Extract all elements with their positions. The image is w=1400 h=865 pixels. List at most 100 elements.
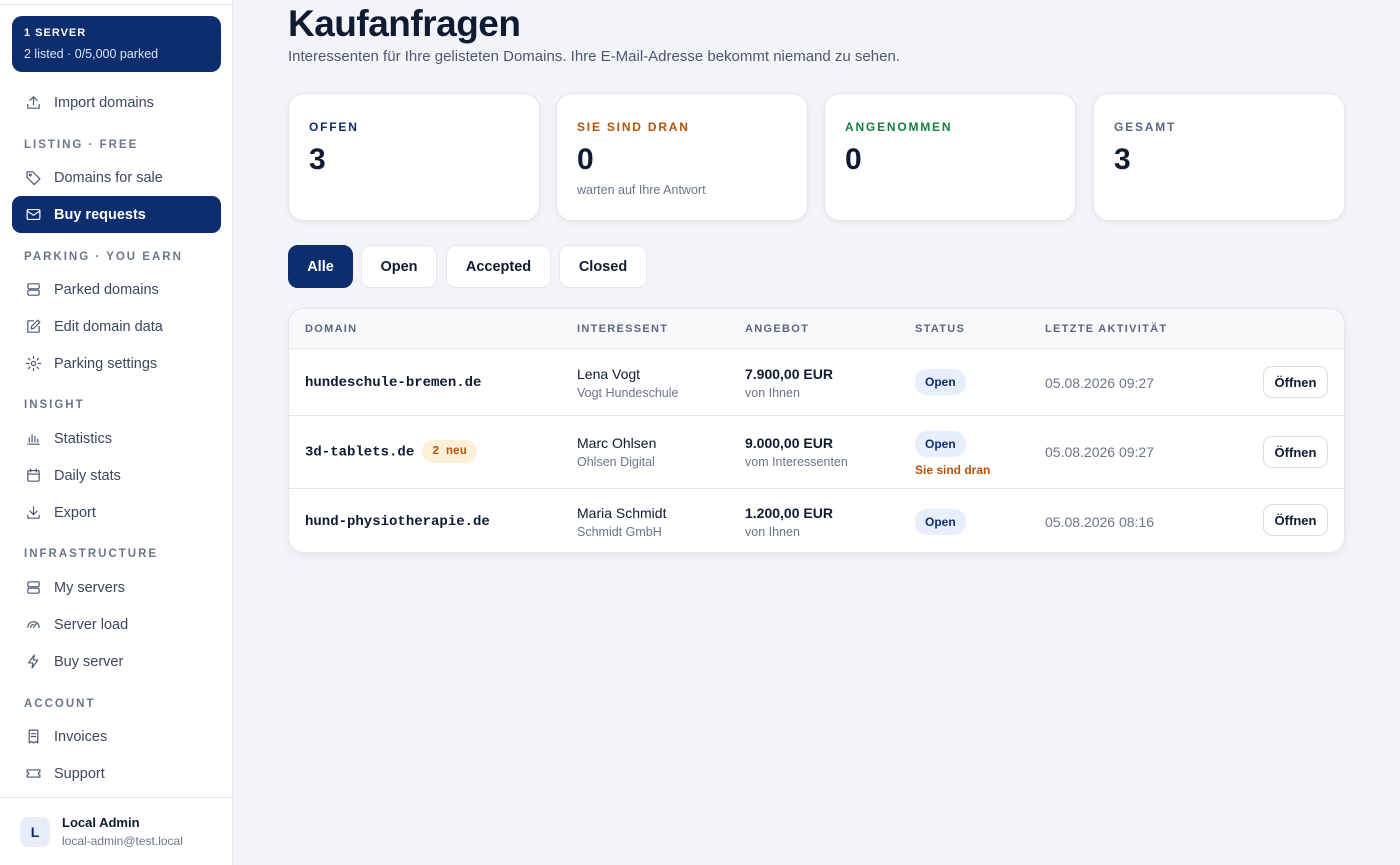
server-icon <box>24 281 42 299</box>
sidebar-item-edit-domain-data[interactable]: Edit domain data <box>12 308 221 345</box>
sidebar-item-server-load[interactable]: Server load <box>12 606 221 643</box>
section-label-insight: INSIGHT <box>24 399 85 411</box>
sidebar-item-label: Buy requests <box>54 206 146 223</box>
status-badge: Open <box>915 369 966 395</box>
stat-value: 3 <box>309 143 326 176</box>
bar-chart-icon <box>24 430 42 448</box>
table-header: DOMAIN INTERESSENT ANGEBOT STATUS LETZTE… <box>289 309 1344 349</box>
table-row[interactable]: 3d-tablets.de 2 neu Marc Ohlsen Ohlsen Di… <box>289 416 1344 489</box>
filter-closed-button[interactable]: Closed <box>559 245 647 288</box>
offer-amount: 9.000,00 EUR <box>745 435 833 451</box>
filter-accepted-button[interactable]: Accepted <box>446 245 551 288</box>
server-count: 1 SERVER <box>24 27 87 39</box>
edit-icon <box>24 318 42 336</box>
stat-card-accepted: ANGENOMMEN 0 <box>824 93 1076 221</box>
domain-name: 3d-tablets.de <box>305 444 415 461</box>
interessent-company: Ohlsen Digital <box>577 455 655 469</box>
sidebar-item-label: Daily stats <box>54 467 121 484</box>
page-title: Kaufanfragen <box>288 3 521 44</box>
calendar-icon <box>24 467 42 485</box>
sidebar-item-parked-domains[interactable]: Parked domains <box>12 271 221 308</box>
interessent-company: Schmidt GmbH <box>577 525 662 539</box>
sidebar-item-label: Import domains <box>54 94 154 111</box>
stat-label: OFFEN <box>309 120 359 134</box>
sidebar: 1 SERVER 2 listed · 0/5,000 parked Impor… <box>0 0 233 865</box>
divider <box>0 4 232 5</box>
open-request-button[interactable]: Öffnen <box>1263 504 1328 536</box>
sidebar-item-label: Export <box>54 504 96 521</box>
offer-amount: 1.200,00 EUR <box>745 505 833 521</box>
sidebar-item-import-domains[interactable]: Import domains <box>12 84 221 121</box>
user-name: Local Admin <box>62 815 140 830</box>
column-header-domain: DOMAIN <box>305 323 358 335</box>
filter-open-button[interactable]: Open <box>361 245 437 288</box>
sidebar-item-label: Buy server <box>54 653 124 670</box>
interessent-name: Maria Schmidt <box>577 505 667 521</box>
status-badge: Open <box>915 509 966 535</box>
upload-icon <box>24 94 42 112</box>
sidebar-item-label: Statistics <box>54 430 113 447</box>
stat-hint: warten auf Ihre Antwort <box>577 183 706 197</box>
interessent-name: Marc Ohlsen <box>577 435 657 451</box>
sidebar-item-label: My servers <box>54 579 125 596</box>
sidebar-item-daily-stats[interactable]: Daily stats <box>12 457 221 494</box>
sidebar-item-label: Domains for sale <box>54 169 163 186</box>
gauge-icon <box>24 616 42 634</box>
sidebar-item-statistics[interactable]: Statistics <box>12 420 221 457</box>
your-turn-note: Sie sind dran <box>915 463 991 477</box>
new-messages-badge: 2 neu <box>422 440 477 463</box>
table-row[interactable]: hund-physiotherapie.de Maria Schmidt Sch… <box>289 489 1344 552</box>
receipt-icon <box>24 728 42 746</box>
server-icon <box>24 579 42 597</box>
stat-card-total: GESAMT 3 <box>1093 93 1345 221</box>
domain-name: hundeschule-bremen.de <box>305 375 482 391</box>
sidebar-item-support[interactable]: Support <box>12 755 221 792</box>
stat-label: SIE SIND DRAN <box>577 120 690 134</box>
ticket-icon <box>24 765 42 783</box>
section-label-listing: LISTING · FREE <box>24 139 139 151</box>
last-activity: 05.08.2026 09:27 <box>1045 444 1154 460</box>
section-label-parking: PARKING · YOU EARN <box>24 251 183 263</box>
tag-icon <box>24 169 42 187</box>
sidebar-item-invoices[interactable]: Invoices <box>12 718 221 755</box>
column-header-angebot: ANGEBOT <box>745 323 810 335</box>
stat-value: 3 <box>1114 143 1131 176</box>
server-usage: 2 listed · 0/5,000 parked <box>24 47 159 61</box>
sidebar-item-export[interactable]: Export <box>12 494 221 531</box>
open-request-button[interactable]: Öffnen <box>1263 436 1328 468</box>
server-summary-card[interactable]: 1 SERVER 2 listed · 0/5,000 parked <box>12 16 221 72</box>
sidebar-item-label: Parking settings <box>54 355 158 372</box>
offer-source: von Ihnen <box>745 386 800 400</box>
user-profile[interactable]: L Local Admin local-admin@test.local <box>20 815 183 848</box>
sidebar-item-buy-server[interactable]: Buy server <box>12 643 221 680</box>
section-label-infrastructure: INFRASTRUCTURE <box>24 548 159 560</box>
sidebar-item-buy-requests[interactable]: Buy requests <box>12 196 221 233</box>
stat-label: ANGENOMMEN <box>845 120 953 134</box>
bolt-icon <box>24 653 42 671</box>
stat-label: GESAMT <box>1114 120 1177 134</box>
sidebar-item-domains-for-sale[interactable]: Domains for sale <box>12 159 221 196</box>
last-activity: 05.08.2026 08:16 <box>1045 514 1154 530</box>
sidebar-item-label: Server load <box>54 616 129 633</box>
open-request-button[interactable]: Öffnen <box>1263 366 1328 398</box>
column-header-letzte-aktivitaet: LETZTE AKTIVITÄT <box>1045 323 1168 335</box>
stat-value: 0 <box>577 143 594 176</box>
stat-card-open: OFFEN 3 <box>288 93 540 221</box>
column-header-interessent: INTERESSENT <box>577 323 669 335</box>
user-email: local-admin@test.local <box>62 834 183 848</box>
offer-source: von Ihnen <box>745 525 800 539</box>
interessent-name: Lena Vogt <box>577 366 641 382</box>
last-activity: 05.08.2026 09:27 <box>1045 375 1154 391</box>
sidebar-item-parking-settings[interactable]: Parking settings <box>12 345 221 382</box>
filter-all-button[interactable]: Alle <box>288 245 353 288</box>
stat-value: 0 <box>845 143 862 176</box>
avatar: L <box>20 816 50 847</box>
offer-source: vom Interessenten <box>745 455 848 469</box>
column-header-status: STATUS <box>915 323 966 335</box>
page-subtitle: Interessenten für Ihre gelisteten Domain… <box>288 48 900 65</box>
table-row[interactable]: hundeschule-bremen.de Lena Vogt Vogt Hun… <box>289 350 1344 416</box>
stat-card-your-turn: SIE SIND DRAN 0 warten auf Ihre Antwort <box>556 93 808 221</box>
sidebar-item-label: Support <box>54 765 105 782</box>
interessent-company: Vogt Hundeschule <box>577 386 679 400</box>
sidebar-item-my-servers[interactable]: My servers <box>12 569 221 606</box>
